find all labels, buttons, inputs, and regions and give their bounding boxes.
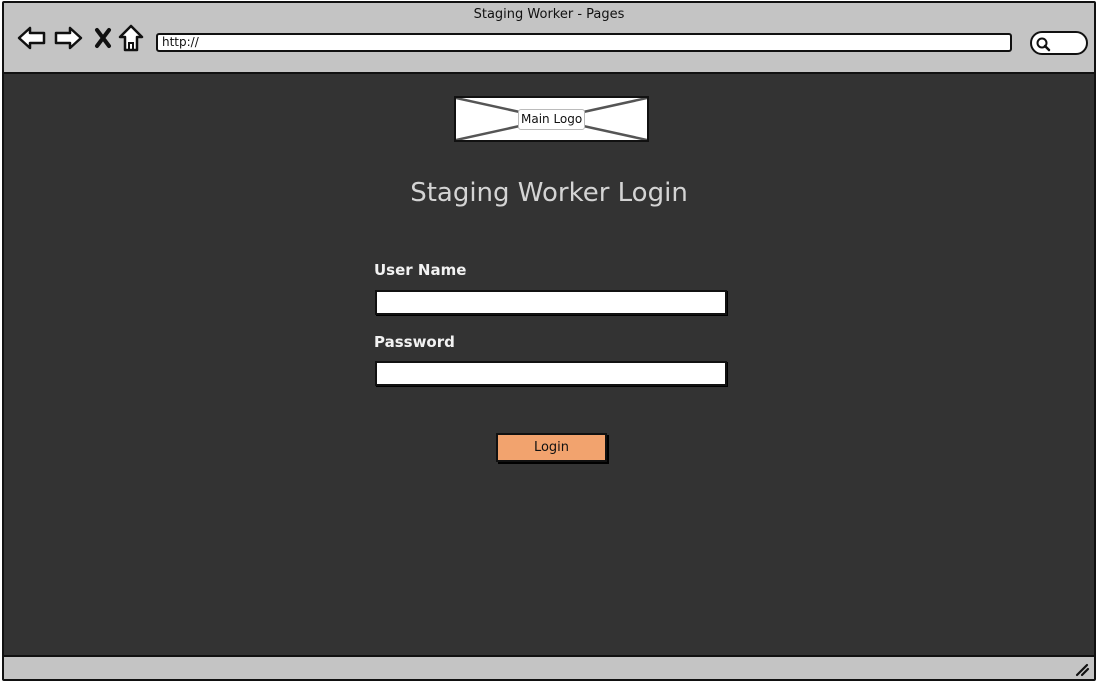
- browser-window: Staging Worker - Pages http:// Main Logo…: [2, 1, 1096, 681]
- browser-toolbar: Staging Worker - Pages http://: [4, 3, 1094, 74]
- resize-grip-icon[interactable]: [1074, 661, 1090, 677]
- forward-button[interactable]: [52, 22, 84, 54]
- back-arrow-icon: [17, 26, 46, 50]
- home-icon: [118, 24, 144, 52]
- password-input[interactable]: [375, 361, 727, 386]
- forward-arrow-icon: [54, 26, 83, 50]
- username-input[interactable]: [375, 290, 727, 315]
- home-button[interactable]: [115, 22, 147, 54]
- window-title: Staging Worker - Pages: [473, 7, 625, 22]
- back-button[interactable]: [16, 22, 48, 54]
- close-icon: [95, 28, 111, 48]
- page-title: Staging Worker Login: [410, 178, 688, 208]
- address-bar[interactable]: http://: [156, 33, 1012, 52]
- main-logo-placeholder: Main Logo: [454, 96, 649, 142]
- browser-search-field[interactable]: [1030, 31, 1088, 55]
- login-button[interactable]: Login: [496, 433, 607, 462]
- password-label: Password: [374, 333, 455, 351]
- username-label: User Name: [374, 261, 467, 279]
- status-bar: [4, 655, 1094, 679]
- search-icon: [1036, 37, 1051, 52]
- logo-label: Main Logo: [518, 109, 586, 130]
